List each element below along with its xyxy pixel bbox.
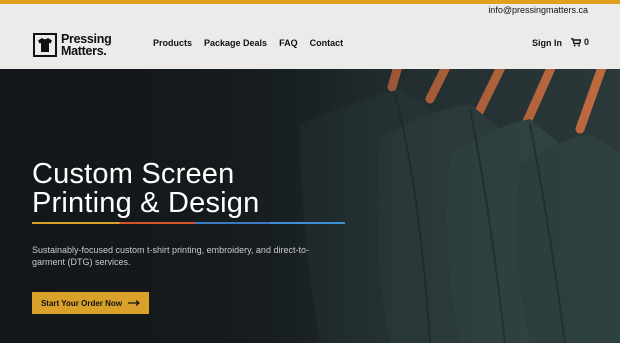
sign-in-link[interactable]: Sign In [532,38,562,48]
nav-products[interactable]: Products [153,38,192,48]
nav-contact[interactable]: Contact [310,38,344,48]
cart-icon [570,37,581,46]
brand-name-line2: Matters. [61,44,107,58]
hero-section: Custom Screen Printing & Design Sustaina… [0,69,620,343]
hero-subtitle: Sustainably-focused custom t-shirt print… [32,245,309,267]
start-order-button[interactable]: Start Your Order Now [32,292,149,314]
nav-faq[interactable]: FAQ [279,38,298,48]
hero-title-line1: Custom Screen [32,158,235,190]
start-order-label: Start Your Order Now [40,298,123,308]
cart-count: 0 [583,37,589,47]
tshirt-icon [33,33,57,57]
cart-button[interactable]: 0 [570,37,589,47]
brand-logo[interactable]: Pressing Matters. [33,31,112,59]
hero-title-line2: Printing & Design [32,187,260,219]
hero-title: Custom Screen Printing & Design [32,160,259,218]
hero-divider [32,222,345,224]
contact-email-link[interactable]: info@pressingmatters.ca [488,5,588,15]
nav-package-deals[interactable]: Package Deals [204,38,267,48]
arrow-right-icon [128,300,140,306]
site-header: Pressing Matters. Products Package Deals… [0,19,620,69]
top-bar: info@pressingmatters.ca [0,0,620,19]
main-nav: Products Package Deals FAQ Contact [153,38,343,48]
